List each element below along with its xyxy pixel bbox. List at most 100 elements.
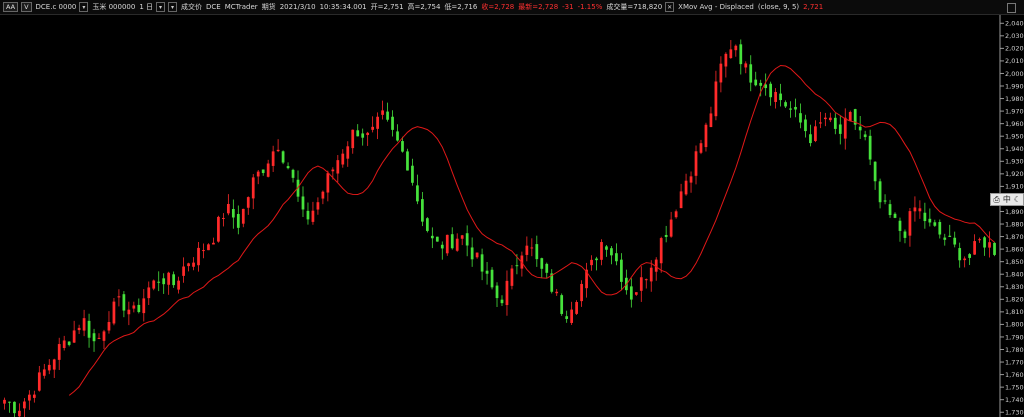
y-tick-label: 1,940	[1005, 145, 1024, 153]
candle-up	[42, 369, 46, 376]
y-tick-label: 1,870	[1005, 233, 1024, 241]
candle-up	[222, 217, 225, 219]
candle-down	[391, 116, 394, 130]
candle-down	[361, 133, 365, 138]
candle-down	[515, 265, 519, 267]
candle-up	[316, 202, 320, 210]
candle-down	[470, 247, 474, 260]
y-tick-label: 2,030	[1005, 32, 1024, 40]
candle-up	[525, 245, 529, 255]
candle-down	[620, 259, 623, 282]
candle-down	[67, 341, 71, 345]
candle-up	[182, 266, 185, 276]
candle-down	[968, 254, 972, 258]
y-tick-label: 1,830	[1005, 283, 1024, 291]
candle-up	[828, 117, 832, 121]
candle-down	[545, 263, 549, 273]
candle-up	[207, 244, 210, 251]
candle-up	[112, 301, 116, 324]
candle-down	[779, 93, 782, 101]
candle-up	[600, 242, 603, 260]
candle-down	[749, 64, 753, 83]
candle-down	[923, 212, 927, 222]
candle-down	[809, 134, 812, 144]
candle-up	[346, 146, 350, 159]
candle-down	[450, 234, 454, 249]
candle-down	[465, 233, 469, 246]
y-tick-label: 2,020	[1005, 45, 1024, 53]
y-tick-label: 1,980	[1005, 95, 1024, 103]
candle-down	[759, 82, 763, 86]
candle-down	[356, 130, 360, 137]
candle-down	[610, 248, 613, 256]
candle-up	[72, 330, 76, 343]
candle-down	[87, 320, 91, 338]
candle-down	[789, 108, 792, 110]
candle-up	[212, 242, 215, 245]
candle-down	[480, 254, 484, 272]
candle-down	[386, 111, 389, 120]
candle-down	[754, 79, 758, 86]
candle-up	[331, 169, 335, 172]
candle-up	[580, 283, 583, 302]
candle-down	[928, 218, 932, 223]
candle-down	[261, 169, 265, 174]
candle-up	[714, 81, 718, 117]
candle-down	[873, 161, 877, 182]
candlestick-chart[interactable]: 1,730 1,740 1,750 1,760 1,770 1,780 1,790 1,800…	[0, 0, 1024, 417]
candle-up	[351, 129, 355, 149]
candle-up	[32, 394, 36, 398]
y-tick-label: 1,860	[1005, 245, 1024, 253]
candle-up	[704, 124, 708, 148]
candle-down	[286, 166, 290, 169]
candle-down	[172, 274, 176, 286]
y-tick-label: 1,920	[1005, 170, 1024, 178]
candle-down	[878, 181, 882, 203]
candle-down	[948, 235, 952, 237]
y-tick-label: 1,740	[1005, 396, 1024, 404]
y-tick-label: 1,790	[1005, 333, 1024, 341]
candle-down	[888, 204, 892, 216]
candle-up	[321, 191, 325, 199]
y-axis: 1,730 1,740 1,750 1,760 1,770 1,780 1,790 1,800…	[1000, 20, 1024, 417]
candle-up	[37, 372, 41, 391]
candle-down	[993, 242, 996, 255]
candle-up	[62, 340, 66, 349]
candle-down	[13, 401, 16, 414]
y-tick-label: 1,810	[1005, 308, 1024, 316]
candle-up	[117, 296, 121, 298]
candle-up	[843, 117, 847, 139]
input-method-toolbar[interactable]: ⎙ 中 ☾	[990, 193, 1024, 206]
moon-icon[interactable]: ☾	[1014, 195, 1021, 204]
candle-down	[440, 244, 444, 249]
candle-up	[555, 291, 559, 294]
candle-down	[868, 135, 872, 160]
candle-up	[107, 322, 111, 331]
candles-layer	[3, 39, 996, 417]
y-tick-label: 1,970	[1005, 107, 1024, 115]
candle-up	[684, 180, 688, 195]
language-indicator[interactable]: 中	[1003, 194, 1011, 205]
candle-down	[396, 131, 399, 141]
candle-down	[903, 231, 907, 238]
candle-up	[266, 163, 270, 177]
candle-up	[445, 234, 449, 254]
candle-up	[226, 204, 230, 214]
candle-up	[848, 112, 852, 122]
candle-down	[8, 401, 11, 403]
candle-down	[938, 222, 942, 235]
candle-down	[236, 213, 240, 228]
candle-up	[669, 219, 673, 237]
candle-up	[52, 359, 56, 370]
candle-down	[605, 246, 608, 250]
candle-down	[535, 244, 539, 260]
candle-up	[734, 45, 738, 51]
y-tick-label: 1,780	[1005, 346, 1024, 354]
y-tick-label: 2,010	[1005, 57, 1024, 65]
candle-up	[132, 305, 136, 309]
candle-up	[590, 259, 593, 266]
candle-up	[729, 49, 733, 59]
candle-down	[769, 83, 773, 98]
candle-down	[629, 286, 633, 300]
candle-up	[167, 272, 171, 285]
